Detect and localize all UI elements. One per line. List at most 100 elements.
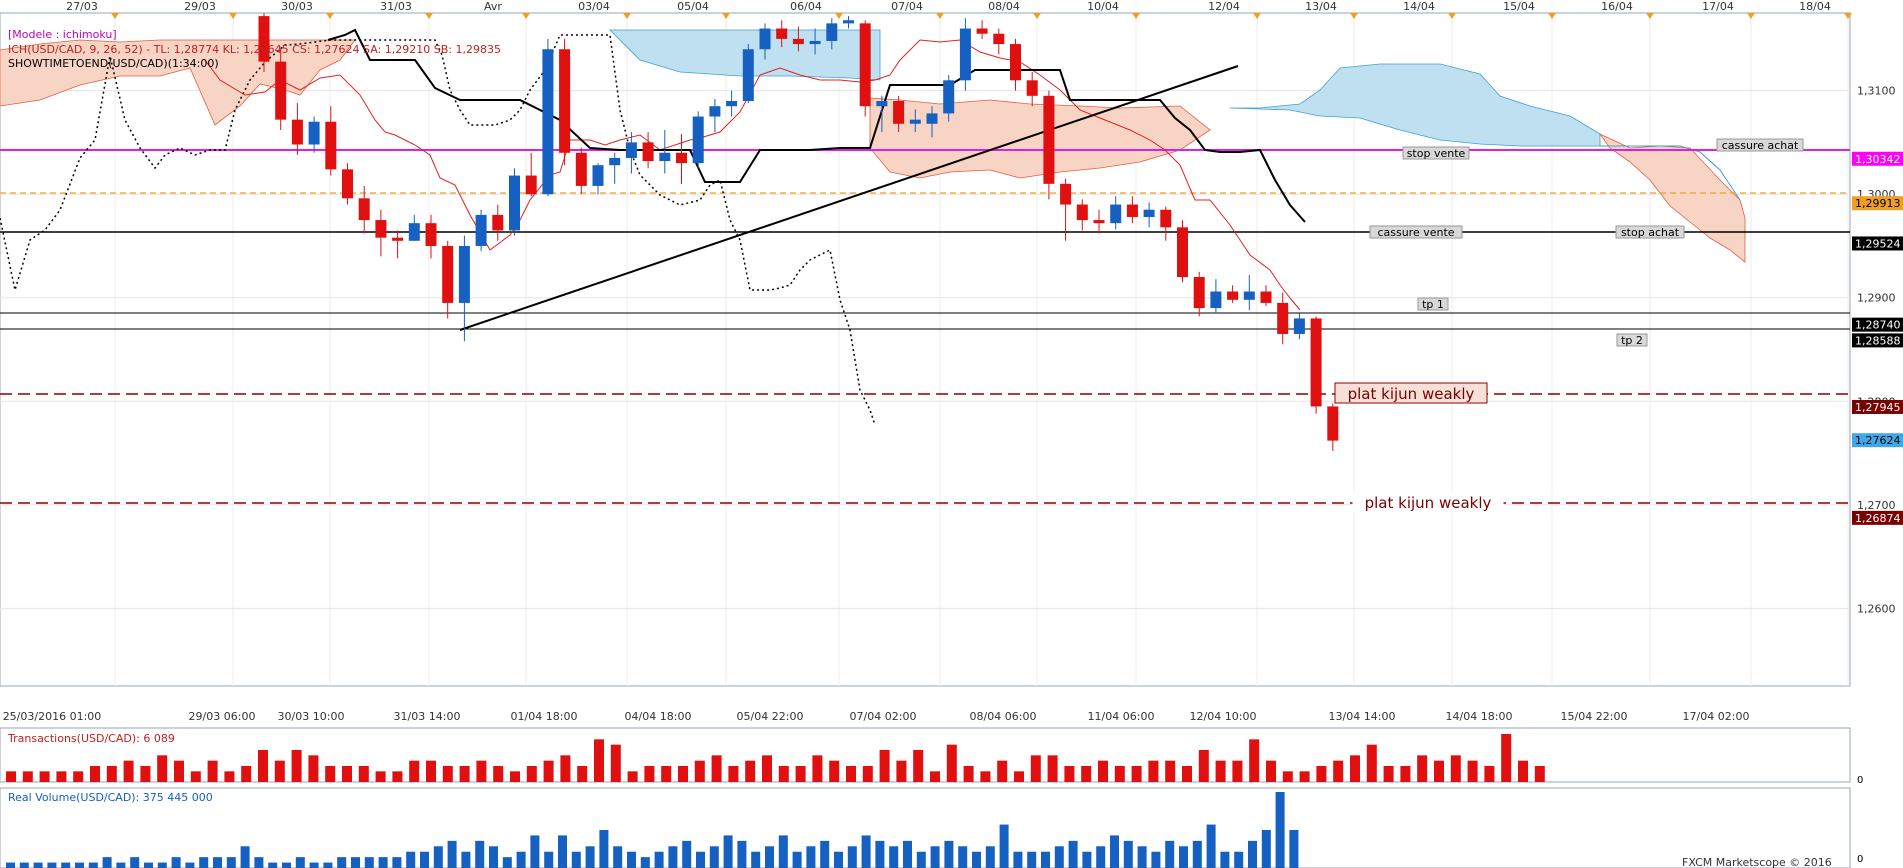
transaction-bar xyxy=(661,766,672,782)
stop-vente-annotation[interactable]: stop vente xyxy=(1402,146,1470,160)
volume-bar xyxy=(599,830,609,868)
top-date-label: 05/04 xyxy=(677,0,709,13)
price-badge-label: 1,28588 xyxy=(1855,334,1901,347)
bottom-date-label: 13/04 14:00 xyxy=(1329,710,1396,723)
price-badge-label: 1,29913 xyxy=(1855,197,1901,210)
tp2-annotation[interactable]: tp 2 xyxy=(1616,333,1648,347)
volume-bar xyxy=(723,835,733,868)
bottom-date-label: 11/04 06:00 xyxy=(1088,710,1155,723)
svg-text:plat kijun weakly: plat kijun weakly xyxy=(1365,494,1492,512)
candle-body xyxy=(943,80,955,114)
tp1-annotation[interactable]: tp 1 xyxy=(1417,297,1449,311)
candle-body xyxy=(408,223,420,241)
cassure-vente-annotation[interactable]: cassure vente xyxy=(1369,225,1463,239)
transaction-bar xyxy=(1316,766,1327,782)
top-date-label: 08/04 xyxy=(988,0,1020,13)
volume-label: Real Volume(USD/CAD): 375 445 000 xyxy=(8,791,213,804)
transaction-bar xyxy=(1518,760,1528,782)
volume-bar xyxy=(737,840,747,868)
candle-body xyxy=(392,237,404,241)
cassure-achat-annotation[interactable]: cassure achat xyxy=(1716,138,1804,152)
volume-bar xyxy=(1289,830,1299,868)
candle-body xyxy=(959,28,971,81)
transaction-bar xyxy=(762,755,772,782)
volume-bar xyxy=(640,857,650,868)
chart-window: 27/03 29/03 30/03 31/03 Avr 03/04 05/04 06/04 07… xyxy=(0,0,1903,868)
candle-body xyxy=(1177,227,1188,278)
top-date-label: 27/03 xyxy=(66,0,98,13)
svg-text:stop vente: stop vente xyxy=(1407,147,1466,160)
transaction-bar xyxy=(1400,766,1411,782)
volume-bar xyxy=(1206,824,1216,868)
volume-bar xyxy=(530,835,540,868)
candle-body xyxy=(909,119,921,124)
transaction-bar xyxy=(627,771,638,782)
volume-bar xyxy=(709,846,719,868)
footer-label: FXCM Marketscope © 2016 xyxy=(1682,856,1832,868)
transaction-bar xyxy=(1232,760,1243,782)
candle-body xyxy=(976,28,988,34)
candle-body xyxy=(1093,220,1105,224)
top-date-label: Avr xyxy=(484,0,502,13)
candle-body xyxy=(525,175,537,195)
volume-bar xyxy=(875,840,885,868)
transaction-bar xyxy=(896,760,907,782)
transaction-bar xyxy=(258,750,268,782)
bottom-date-label: 01/04 18:00 xyxy=(511,710,578,723)
candle-body xyxy=(492,214,504,231)
top-date-label: 07/04 xyxy=(891,0,923,13)
candle-body xyxy=(442,245,454,303)
transaction-bar xyxy=(157,755,168,782)
volume-bar xyxy=(475,840,485,868)
kijun-annotation-2[interactable]: plat kijun weakly xyxy=(1352,491,1504,513)
transaction-bar xyxy=(392,771,403,782)
transactions-zero: 0 xyxy=(1857,775,1863,786)
kijun-annotation-1[interactable]: plat kijun weakly xyxy=(1334,382,1488,404)
transaction-bar xyxy=(795,766,806,782)
candle-body xyxy=(308,121,320,145)
transaction-bar xyxy=(224,771,235,782)
transaction-bar xyxy=(1501,734,1512,782)
volume-bar xyxy=(254,857,264,868)
volume-bar xyxy=(282,862,291,868)
volume-bar xyxy=(171,857,181,868)
showtime-label: SHOWTIMETOEND(USD/CAD)(1:34:00) xyxy=(8,57,219,70)
transaction-bar xyxy=(1081,766,1092,782)
stop-achat-annotation[interactable]: stop achat xyxy=(1615,225,1685,239)
transaction-bar xyxy=(325,766,336,782)
transaction-bar xyxy=(879,750,890,782)
candle-body xyxy=(375,220,387,238)
volume-bar xyxy=(116,862,126,868)
transaction-bar xyxy=(862,766,873,782)
volume-bar xyxy=(378,857,388,868)
candle-body xyxy=(1310,318,1322,407)
price-badge-label: 1,29524 xyxy=(1855,237,1901,250)
transaction-bar xyxy=(963,766,974,782)
transaction-bar xyxy=(711,755,722,782)
svg-text:tp 1: tp 1 xyxy=(1422,298,1444,311)
transaction-bar xyxy=(1131,766,1142,782)
candle-body xyxy=(859,23,871,107)
volume-bar xyxy=(309,862,319,868)
volume-bar xyxy=(585,846,595,868)
transaction-bar xyxy=(728,766,739,782)
bottom-date-label: 15/04 22:00 xyxy=(1561,710,1628,723)
candle-body xyxy=(826,23,838,41)
transaction-bar xyxy=(1350,755,1360,782)
candle-body xyxy=(1026,80,1038,96)
candle-body xyxy=(709,106,721,117)
candle-body xyxy=(1010,44,1021,81)
top-date-label: 13/04 xyxy=(1305,0,1337,13)
transaction-bar xyxy=(90,766,100,782)
candle-body xyxy=(575,152,587,186)
bottom-date-label: 04/04 18:00 xyxy=(625,710,692,723)
volume-zero: 0 xyxy=(1857,854,1863,865)
transaction-bar xyxy=(913,750,924,782)
volume-bar xyxy=(47,862,57,868)
volume-bar xyxy=(916,851,926,868)
candle-body xyxy=(592,165,604,186)
volume-bar xyxy=(847,846,857,868)
volume-bar xyxy=(1220,851,1230,868)
volume-bar xyxy=(1027,851,1037,868)
candle-body xyxy=(325,121,337,170)
